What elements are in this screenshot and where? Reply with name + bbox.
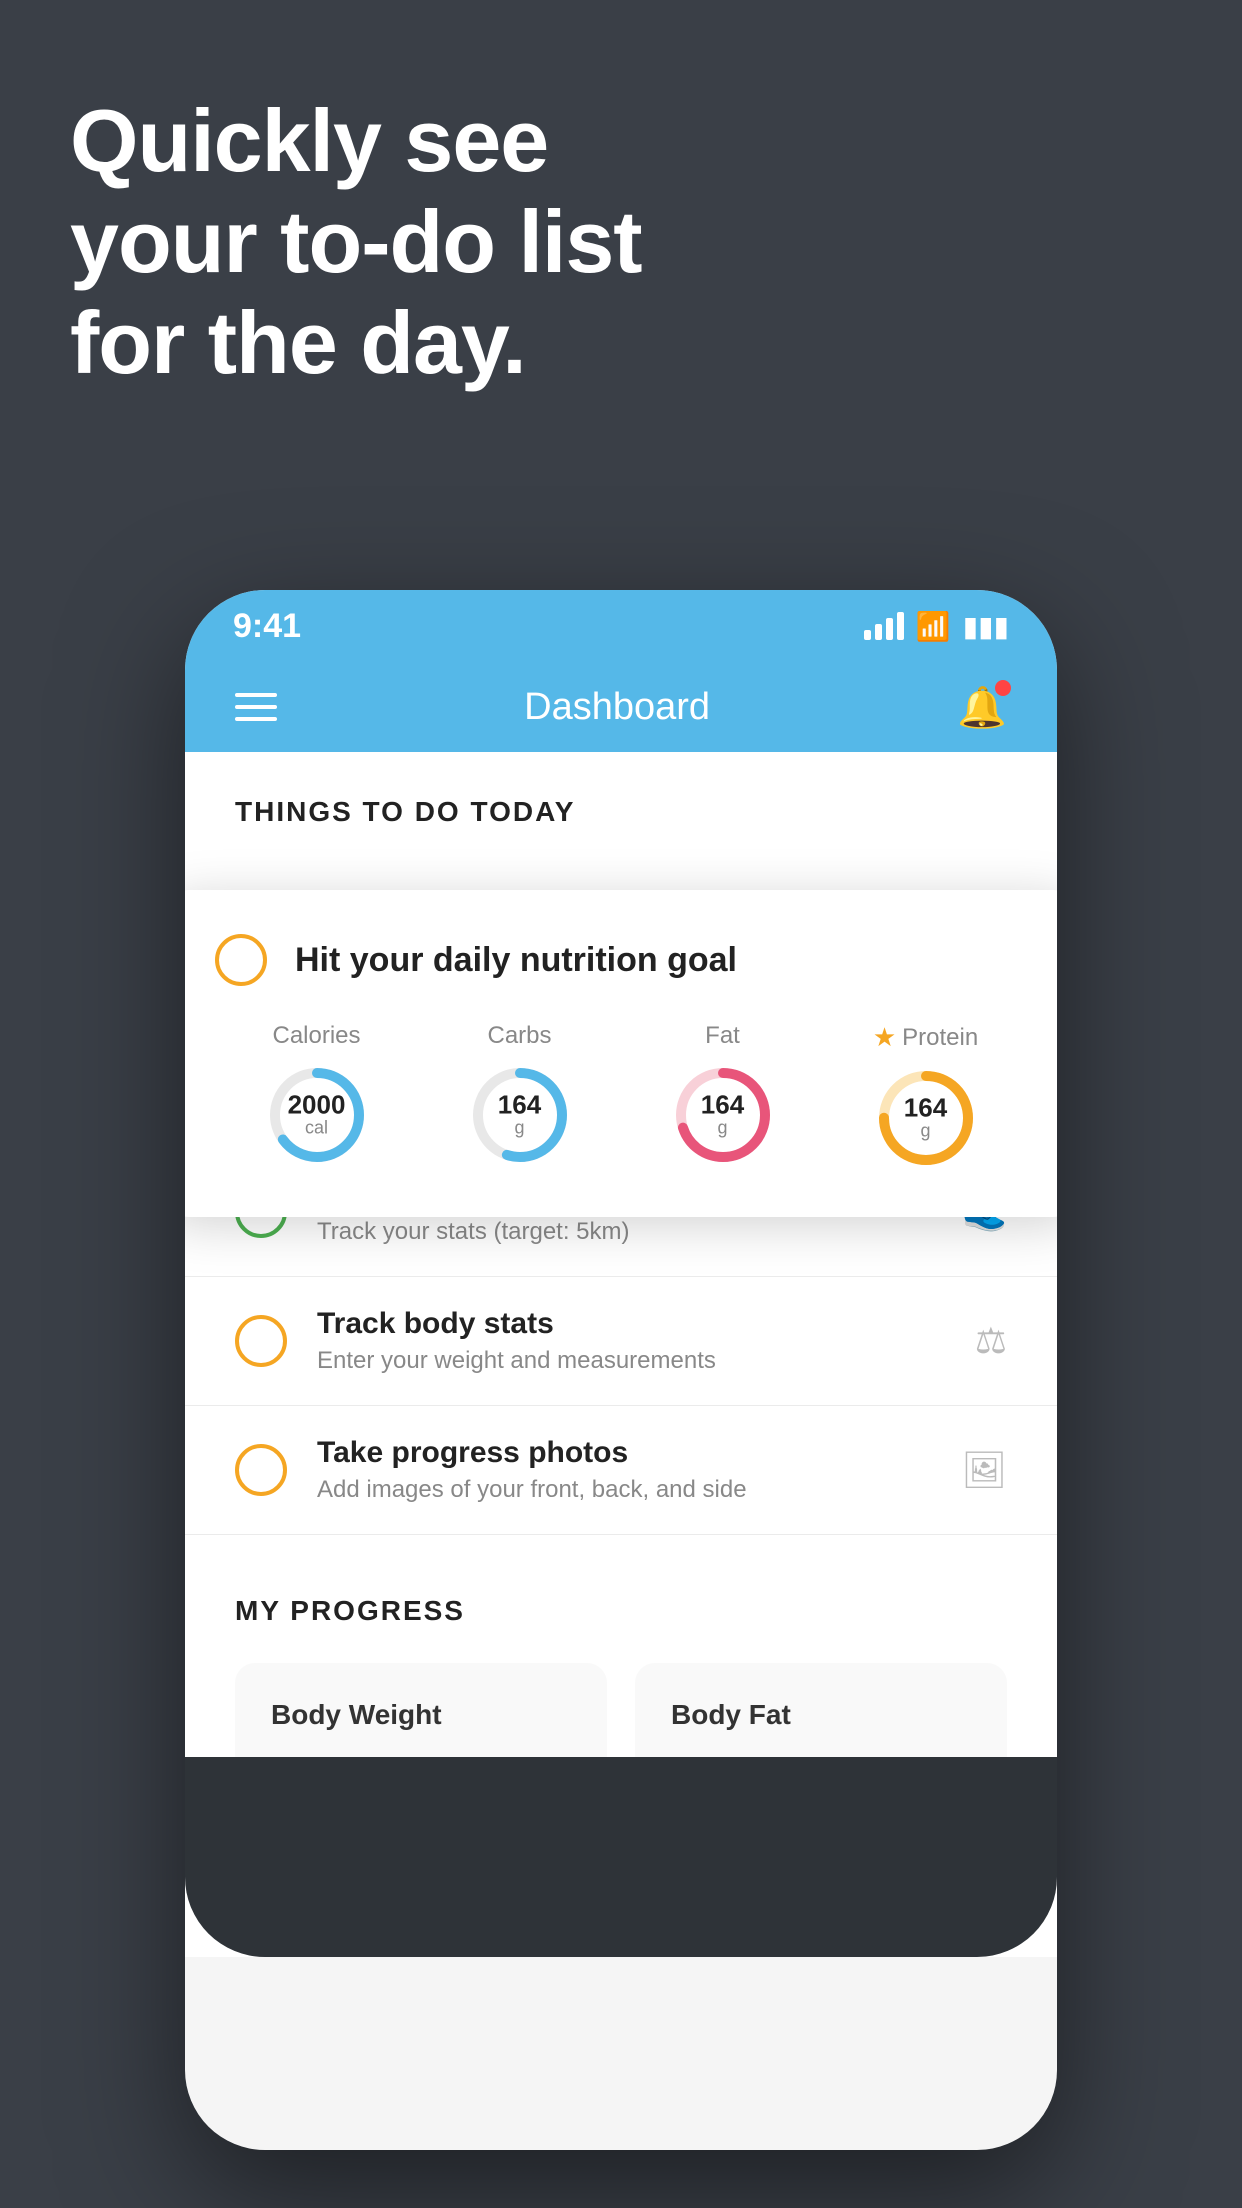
calories-donut: 2000 cal [262,1060,372,1170]
carbs-donut: 164 g [465,1060,575,1170]
nutrient-calories: Calories 2000 cal [262,1022,372,1170]
photos-subtitle: Add images of your front, back, and side [317,1476,931,1504]
progress-header: MY PROGRESS [235,1595,1007,1627]
nutrition-row: Calories 2000 cal Carbs [215,1022,1027,1173]
running-subtitle: Track your stats (target: 5km) [317,1218,932,1246]
status-bar: 9:41 📶 ▮▮▮ [185,590,1057,662]
main-content: THINGS TO DO TODAY Hit your daily nutrit… [185,752,1057,1957]
battery-icon: ▮▮▮ [963,610,1009,643]
menu-button[interactable] [235,693,277,721]
nutrition-checkbox[interactable] [215,934,267,986]
protein-donut: 164 g [871,1063,981,1173]
photos-title: Take progress photos [317,1436,931,1470]
nutrition-card-title: Hit your daily nutrition goal [295,941,737,980]
bottom-shape [185,1757,1057,1957]
scale-icon: ⚖ [975,1320,1007,1362]
body-stats-checkbox[interactable] [235,1315,287,1367]
fat-donut: 164 g [668,1060,778,1170]
signal-icon [864,612,904,640]
todo-item-photos[interactable]: Take progress photos Add images of your … [185,1406,1057,1535]
headline: Quickly see your to-do list for the day. [70,90,642,394]
notification-dot [995,680,1011,696]
top-nav: Dashboard 🔔 [185,662,1057,752]
photos-text: Take progress photos Add images of your … [317,1436,931,1504]
status-icons: 📶 ▮▮▮ [864,610,1009,643]
fat-label: Fat [705,1022,740,1050]
nutrient-protein: ★ Protein 164 g [871,1022,981,1173]
nutrition-card: Hit your daily nutrition goal Calories 2… [185,890,1057,1217]
star-icon: ★ [873,1022,896,1053]
todo-item-body-stats[interactable]: Track body stats Enter your weight and m… [185,1277,1057,1406]
body-weight-title: Body Weight [271,1699,571,1731]
calories-label: Calories [272,1022,360,1050]
nutrient-carbs: Carbs 164 g [465,1022,575,1170]
notification-bell-button[interactable]: 🔔 [957,684,1007,731]
body-stats-title: Track body stats [317,1307,945,1341]
body-stats-text: Track body stats Enter your weight and m… [317,1307,945,1375]
carbs-label: Carbs [487,1022,551,1050]
wifi-icon: 📶 [916,610,951,643]
phone-mockup: 9:41 📶 ▮▮▮ Dashboard 🔔 THINGS TO DO TODA… [185,590,1057,2150]
nav-title: Dashboard [524,686,710,729]
photo-icon: 🖼 [961,1449,1007,1491]
nutrient-fat: Fat 164 g [668,1022,778,1170]
body-stats-subtitle: Enter your weight and measurements [317,1347,945,1375]
status-time: 9:41 [233,607,301,646]
protein-label: ★ Protein [873,1022,978,1053]
body-fat-title: Body Fat [671,1699,971,1731]
photos-checkbox[interactable] [235,1444,287,1496]
things-today-header: THINGS TO DO TODAY [185,752,1057,848]
